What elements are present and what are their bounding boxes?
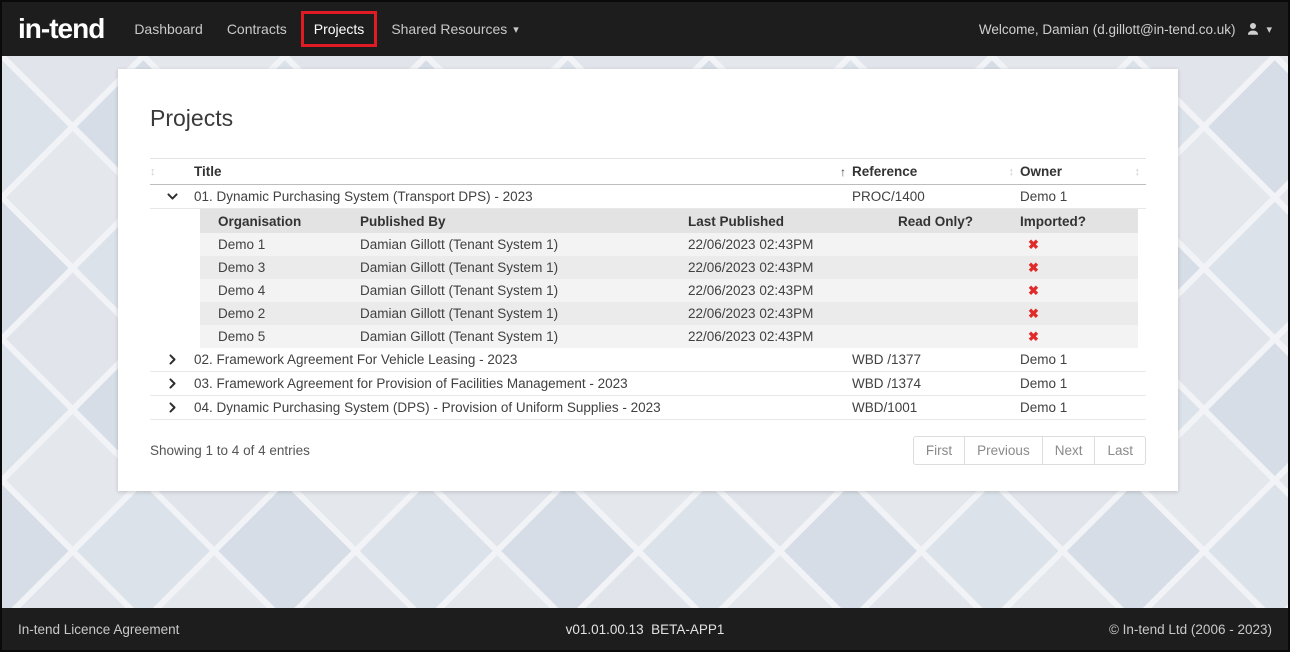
table-header-row: ↕ Title ↑ Reference ↕ Owner ↕ bbox=[150, 158, 1146, 185]
sort-icon: ↕ bbox=[150, 166, 156, 178]
column-header-reference-label: Reference bbox=[852, 164, 917, 179]
chevron-right-icon bbox=[166, 401, 179, 414]
welcome-text: Welcome, Damian (d.gillott@in-tend.co.uk… bbox=[979, 22, 1236, 37]
sort-asc-icon: ↑ bbox=[840, 165, 846, 179]
top-navbar: in-tend Dashboard Contracts Projects Sha… bbox=[2, 2, 1288, 56]
detail-header-row: Organisation Published By Last Published… bbox=[200, 209, 1138, 233]
column-header-reference[interactable]: Reference ↕ bbox=[852, 164, 1020, 179]
detail-row: Demo 4 Damian Gillott (Tenant System 1) … bbox=[200, 279, 1138, 302]
detail-header-published-by: Published By bbox=[360, 214, 688, 229]
cell-organisation: Demo 1 bbox=[200, 237, 360, 252]
cell-organisation: Demo 2 bbox=[200, 306, 360, 321]
chevron-down-icon: ▾ bbox=[513, 23, 519, 36]
sort-icon: ↕ bbox=[1009, 166, 1015, 178]
cell-organisation: Demo 5 bbox=[200, 329, 360, 344]
cell-last-published: 22/06/2023 02:43PM bbox=[688, 306, 898, 321]
row-expander[interactable] bbox=[150, 377, 194, 390]
row-expander[interactable] bbox=[150, 401, 194, 414]
column-header-owner[interactable]: Owner ↕ bbox=[1020, 164, 1146, 179]
table-row-project-02[interactable]: 02. Framework Agreement For Vehicle Leas… bbox=[150, 348, 1146, 372]
detail-header-read-only: Read Only? bbox=[898, 214, 1020, 229]
column-header-owner-label: Owner bbox=[1020, 164, 1062, 179]
detail-row: Demo 1 Damian Gillott (Tenant System 1) … bbox=[200, 233, 1138, 256]
detail-header-imported: Imported? bbox=[1020, 214, 1138, 229]
user-icon bbox=[1245, 21, 1261, 37]
projects-table: ↕ Title ↑ Reference ↕ Owner ↕ bbox=[150, 158, 1146, 420]
entries-summary: Showing 1 to 4 of 4 entries bbox=[150, 443, 310, 458]
detail-row: Demo 3 Damian Gillott (Tenant System 1) … bbox=[200, 256, 1138, 279]
column-header-title[interactable]: Title ↑ bbox=[194, 164, 852, 179]
detail-header-organisation: Organisation bbox=[200, 214, 360, 229]
expanded-detail-table: Organisation Published By Last Published… bbox=[200, 209, 1138, 348]
chevron-right-icon bbox=[166, 353, 179, 366]
cell-owner: Demo 1 bbox=[1020, 189, 1146, 204]
screenshot-root: { "navbar": { "brand": "in-tend", "items… bbox=[0, 0, 1290, 652]
cell-reference: WBD /1377 bbox=[852, 352, 1020, 367]
table-row-project-03[interactable]: 03. Framework Agreement for Provision of… bbox=[150, 372, 1146, 396]
pagination-last-button[interactable]: Last bbox=[1094, 436, 1146, 465]
cell-published-by: Damian Gillott (Tenant System 1) bbox=[360, 283, 688, 298]
app-window: in-tend Dashboard Contracts Projects Sha… bbox=[0, 0, 1290, 652]
cell-owner: Demo 1 bbox=[1020, 400, 1146, 415]
cell-organisation: Demo 3 bbox=[200, 260, 360, 275]
cell-organisation: Demo 4 bbox=[200, 283, 360, 298]
red-x-icon: ✖ bbox=[1020, 306, 1138, 322]
cell-title: 03. Framework Agreement for Provision of… bbox=[194, 376, 852, 391]
nav-item-shared-resources[interactable]: Shared Resources ▾ bbox=[379, 12, 530, 46]
pagination: First Previous Next Last bbox=[913, 436, 1146, 465]
pagination-next-button[interactable]: Next bbox=[1042, 436, 1096, 465]
nav-item-contracts[interactable]: Contracts bbox=[215, 12, 299, 46]
page-title: Projects bbox=[150, 105, 1146, 132]
pagination-previous-button[interactable]: Previous bbox=[964, 436, 1043, 465]
cell-owner: Demo 1 bbox=[1020, 352, 1146, 367]
chevron-right-icon bbox=[166, 377, 179, 390]
licence-agreement-link[interactable]: In-tend Licence Agreement bbox=[18, 622, 436, 637]
version-text: v01.01.00.13 BETA-APP1 bbox=[436, 622, 854, 637]
table-row-project-01[interactable]: 01. Dynamic Purchasing System (Transport… bbox=[150, 185, 1146, 209]
detail-header-last-published: Last Published bbox=[688, 214, 898, 229]
cell-published-by: Damian Gillott (Tenant System 1) bbox=[360, 260, 688, 275]
pagination-first-button[interactable]: First bbox=[913, 436, 965, 465]
cell-last-published: 22/06/2023 02:43PM bbox=[688, 237, 898, 252]
cell-reference: WBD/1001 bbox=[852, 400, 1020, 415]
cell-title: 01. Dynamic Purchasing System (Transport… bbox=[194, 189, 852, 204]
row-expander[interactable] bbox=[150, 353, 194, 366]
red-x-icon: ✖ bbox=[1020, 260, 1138, 276]
user-menu[interactable]: ▾ bbox=[1245, 21, 1272, 37]
cell-published-by: Damian Gillott (Tenant System 1) bbox=[360, 237, 688, 252]
cell-published-by: Damian Gillott (Tenant System 1) bbox=[360, 306, 688, 321]
cell-published-by: Damian Gillott (Tenant System 1) bbox=[360, 329, 688, 344]
nav-shared-resources-label: Shared Resources bbox=[391, 21, 507, 37]
detail-row: Demo 2 Damian Gillott (Tenant System 1) … bbox=[200, 302, 1138, 325]
navbar-right: Welcome, Damian (d.gillott@in-tend.co.uk… bbox=[979, 21, 1272, 37]
main-area: Projects ↕ Title ↑ Reference ↕ bbox=[2, 56, 1288, 608]
column-header-title-label: Title bbox=[194, 164, 222, 179]
detail-row: Demo 5 Damian Gillott (Tenant System 1) … bbox=[200, 325, 1138, 348]
red-x-icon: ✖ bbox=[1020, 283, 1138, 299]
cell-title: 02. Framework Agreement For Vehicle Leas… bbox=[194, 352, 852, 367]
cell-title: 04. Dynamic Purchasing System (DPS) - Pr… bbox=[194, 400, 852, 415]
cell-last-published: 22/06/2023 02:43PM bbox=[688, 329, 898, 344]
nav-item-dashboard[interactable]: Dashboard bbox=[122, 12, 215, 46]
copyright-text: © In-tend Ltd (2006 - 2023) bbox=[854, 622, 1272, 637]
chevron-down-icon: ▾ bbox=[1266, 23, 1272, 36]
cell-last-published: 22/06/2023 02:43PM bbox=[688, 283, 898, 298]
red-x-icon: ✖ bbox=[1020, 237, 1138, 253]
table-footer: Showing 1 to 4 of 4 entries First Previo… bbox=[150, 436, 1146, 465]
cell-reference: WBD /1374 bbox=[852, 376, 1020, 391]
expander-column-header[interactable]: ↕ bbox=[150, 166, 194, 178]
app-logo[interactable]: in-tend bbox=[18, 13, 104, 45]
cell-last-published: 22/06/2023 02:43PM bbox=[688, 260, 898, 275]
page-footer: In-tend Licence Agreement v01.01.00.13 B… bbox=[2, 608, 1288, 650]
red-x-icon: ✖ bbox=[1020, 329, 1138, 345]
chevron-down-icon bbox=[166, 190, 179, 203]
projects-card: Projects ↕ Title ↑ Reference ↕ bbox=[118, 69, 1178, 491]
cell-reference: PROC/1400 bbox=[852, 189, 1020, 204]
row-expander[interactable] bbox=[150, 190, 194, 203]
cell-owner: Demo 1 bbox=[1020, 376, 1146, 391]
nav-item-projects[interactable]: Projects bbox=[301, 11, 378, 47]
table-row-project-04[interactable]: 04. Dynamic Purchasing System (DPS) - Pr… bbox=[150, 396, 1146, 420]
sort-icon: ↕ bbox=[1135, 166, 1141, 178]
main-nav: Dashboard Contracts Projects Shared Reso… bbox=[122, 2, 530, 56]
